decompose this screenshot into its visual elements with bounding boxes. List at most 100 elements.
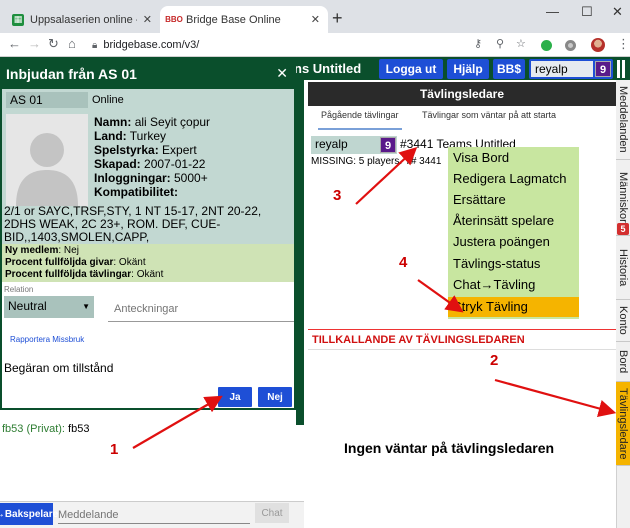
missing-players-text: MISSING: 5 players. T# 3441 (311, 156, 442, 167)
menu-item-adjust-score[interactable]: Justera poängen (453, 234, 550, 249)
help-button[interactable]: Hjälp (447, 59, 489, 79)
message-input[interactable] (58, 506, 250, 524)
profile-avatar[interactable] (591, 38, 605, 52)
account-name: AS 01 (6, 92, 88, 108)
no-button[interactable]: Nej (258, 387, 292, 407)
profile-photo-icon (6, 114, 88, 206)
relation-select[interactable]: Neutral ▼ (4, 296, 94, 318)
annotation-number-3: 3 (333, 187, 342, 204)
close-icon[interactable]: ✕ (143, 13, 152, 26)
account-status: Online (92, 94, 124, 106)
minimize-button[interactable]: — (546, 4, 559, 19)
menu-item-tournament-status[interactable]: Tävlings-status (453, 256, 540, 271)
relation-value: Neutral (8, 299, 47, 313)
menu-icon[interactable] (617, 60, 630, 80)
url-field[interactable]: 🔒︎ bridgebase.com/v3/ (92, 36, 482, 54)
waiting-text: Ingen väntar på tävlingsledaren (344, 440, 555, 456)
side-tab-tables[interactable]: Bord (616, 342, 630, 382)
dialog-title: Inbjudan från AS 01 (6, 66, 137, 82)
yes-button[interactable]: Ja (218, 387, 252, 407)
forward-arrow-icon[interactable]: → (28, 36, 41, 51)
dialog-header: Inbjudan från AS 01 ✕ (2, 59, 294, 89)
context-menu: Visa Bord Redigera Lagmatch Ersättare Åt… (448, 147, 579, 319)
browser-tab-bbo[interactable]: BBO Bridge Base Online ✕ (160, 6, 328, 33)
side-tab-history[interactable]: Historia (616, 236, 630, 300)
search-icon[interactable]: ⚲ (496, 37, 504, 50)
maximize-button[interactable]: ☐ (581, 4, 593, 20)
completed-tournaments-row: Procent fullföljda tävlingar: Okänt (5, 269, 164, 280)
close-icon[interactable]: ✕ (276, 65, 288, 82)
side-tab-account[interactable]: Konto (616, 300, 630, 342)
lock-icon: 🔒︎ (92, 39, 98, 51)
new-member-row: Ny medlem: Nej (5, 245, 79, 256)
side-tab-messages[interactable]: Meddelanden (616, 80, 630, 160)
menu-item-reinstate-player[interactable]: Återinsätt spelare (453, 213, 554, 228)
panel-divider (296, 80, 304, 425)
menu-item-substitute[interactable]: Ersättare (453, 192, 506, 207)
created-row: Skapad: 2007-01-22 (94, 157, 206, 171)
call-director-header: TILLKALLANDE AV TÄVLINGSLEDAREN (312, 334, 525, 346)
username: reyalp (531, 61, 593, 77)
people-count-badge: 5 (617, 223, 629, 235)
compat-row: Kompatibilitet: (94, 185, 178, 199)
report-abuse-link[interactable]: Rapportera Missbruk (10, 335, 84, 344)
annotation-number-4: 4 (399, 254, 408, 271)
logout-button[interactable]: Logga ut (379, 59, 443, 79)
menu-item-edit-team-match[interactable]: Redigera Lagmatch (453, 171, 566, 186)
notes-input[interactable] (108, 296, 294, 322)
name-row: Namn: ali Seyit çopur (94, 115, 211, 129)
address-bar: ← → ↻ ⌂ 🔒︎ bridgebase.com/v3/ ⚷ ⚲ ☆ ⋮ (0, 33, 630, 57)
player-level: Expert (162, 143, 197, 157)
user-box[interactable]: reyalp 9 (529, 59, 613, 79)
country-row: Land: Turkey (94, 129, 167, 143)
tab-ongoing-tournaments[interactable]: Pågående tävlingar (321, 110, 399, 120)
relation-area: Relation Neutral ▼ (2, 282, 294, 324)
tab-title: Uppsalaserien online - Google Sh (30, 13, 137, 26)
chevron-down-icon: ▼ (82, 302, 90, 311)
chat-text: fb53 (68, 423, 90, 435)
player-created: 2007-01-22 (144, 157, 206, 171)
player-badge: 9 (380, 137, 396, 153)
member-stats: Ny medlem: Nej Procent fullföljda givar:… (2, 244, 294, 282)
tab-waiting-tournaments[interactable]: Tävlingar som väntar på att starta (422, 110, 556, 120)
table-title: ns Untitled (294, 61, 362, 76)
star-icon[interactable]: ☆ (516, 37, 526, 50)
active-tab-indicator (318, 128, 402, 130)
profile-info: AS 01 Online Namn: ali Seyit çopur Land:… (2, 89, 294, 244)
key-icon[interactable]: ⚷ (474, 37, 482, 50)
player-logins: 5000+ (174, 171, 208, 185)
relation-label: Relation (4, 285, 34, 294)
extension-icon[interactable] (541, 40, 552, 51)
browser-tab-bar: ▦ Uppsalaserien online - Google Sh ✕ BBO… (0, 0, 630, 33)
close-icon[interactable]: ✕ (311, 13, 320, 26)
chat-send-button[interactable]: Chat (255, 503, 289, 523)
sheets-icon: ▦ (12, 13, 24, 26)
tab-title: Bridge Base Online (186, 13, 281, 26)
menu-item-show-table[interactable]: Visa Bord (453, 150, 509, 165)
level-row: Spelstyrka: Expert (94, 143, 197, 157)
bbs-button[interactable]: BB$ (493, 59, 525, 79)
reload-icon[interactable]: ↻ (48, 36, 59, 52)
player-name: ali Seyit çopur (134, 115, 211, 129)
extension-icon[interactable] (565, 40, 576, 51)
side-tab-director[interactable]: Tävlingsledare (616, 382, 630, 466)
player-country: Turkey (129, 129, 167, 143)
menu-item-chat-tournament[interactable]: Chat→Tävling (453, 277, 535, 292)
chat-sender: fb53 (Privat): (2, 423, 65, 435)
conventions-text: 2/1 or SAYC,TRSF,STY, 1 NT 15-17, 2NT 20… (4, 204, 262, 244)
director-header: Tävlingsledare (308, 82, 616, 106)
home-icon[interactable]: ⌂ (68, 36, 76, 51)
back-arrow-icon[interactable]: ← (8, 36, 21, 51)
window-close-button[interactable]: ✕ (612, 4, 623, 20)
new-tab-button[interactable]: + (332, 8, 343, 28)
menu-item-delete-tournament[interactable]: Stryk Tävling (453, 299, 528, 314)
url-text: bridgebase.com/v3/ (103, 39, 200, 51)
completed-dealer-row: Procent fullföljda givar: Okänt (5, 257, 146, 268)
invitation-dialog: Inbjudan från AS 01 ✕ AS 01 Online Namn:… (0, 57, 296, 410)
more-icon[interactable]: ⋮ (617, 36, 630, 52)
logins-row: Inloggningar: 5000+ (94, 171, 208, 185)
screen: ▦ Uppsalaserien online - Google Sh ✕ BBO… (0, 0, 630, 528)
back-player-button[interactable]: →Bakspelare (0, 503, 58, 525)
user-badge: 9 (595, 61, 611, 77)
browser-tab-sheets[interactable]: ▦ Uppsalaserien online - Google Sh ✕ (4, 6, 160, 33)
